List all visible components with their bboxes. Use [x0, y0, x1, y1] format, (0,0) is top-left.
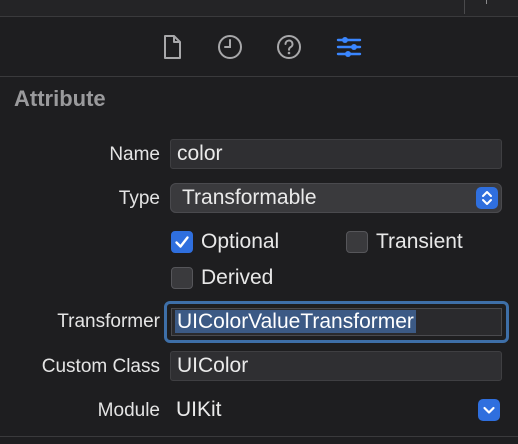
tab-quick-help[interactable] — [274, 32, 304, 62]
derived-label: Derived — [201, 266, 274, 289]
transformer-focus-ring: UIColorValueTransformer — [164, 301, 509, 343]
divider — [0, 76, 518, 77]
question-icon — [277, 35, 301, 59]
clock-icon — [218, 35, 242, 59]
name-label: Name — [109, 144, 160, 165]
optional-label: Optional — [201, 230, 280, 253]
module-value: UIKit — [176, 398, 222, 421]
custom-class-field[interactable]: UIColor — [170, 351, 502, 381]
name-value: color — [177, 142, 223, 165]
divider — [0, 16, 518, 17]
custom-class-label: Custom Class — [41, 356, 160, 377]
transformer-value: UIColorValueTransformer — [175, 310, 416, 333]
type-value: Transformable — [182, 186, 317, 209]
optional-checkbox[interactable]: Optional — [171, 229, 279, 255]
name-field[interactable]: color — [170, 139, 502, 169]
transformer-field[interactable]: UIColorValueTransformer — [171, 308, 502, 336]
checkmark-icon — [171, 231, 193, 253]
attributes-inspector-panel: Attribute Name color Type Transformable … — [0, 0, 518, 444]
divider — [486, 0, 487, 4]
chevron-down-icon — [478, 399, 500, 421]
inspector-tab-bar — [0, 18, 518, 76]
derived-checkbox[interactable]: Derived — [171, 265, 273, 291]
document-icon — [164, 35, 181, 59]
divider — [464, 0, 465, 14]
type-label: Type — [118, 188, 160, 209]
section-title: Attribute — [14, 86, 106, 111]
tab-attributes-inspector[interactable] — [334, 32, 364, 62]
module-label: Module — [97, 400, 160, 421]
type-popup[interactable]: Transformable — [170, 183, 502, 213]
divider — [0, 436, 518, 437]
sliders-icon — [336, 37, 362, 57]
transformer-label: Transformer — [57, 311, 160, 332]
transient-checkbox[interactable]: Transient — [346, 229, 463, 255]
top-strip — [0, 0, 518, 16]
custom-class-value: UIColor — [177, 354, 249, 377]
tab-file-inspector[interactable] — [157, 32, 187, 62]
module-popup[interactable]: UIKit — [170, 395, 502, 425]
tab-history-inspector[interactable] — [215, 32, 245, 62]
checkbox-empty-icon — [171, 267, 193, 289]
chevron-up-down-icon — [476, 187, 498, 209]
transient-label: Transient — [376, 230, 463, 253]
checkbox-empty-icon — [346, 231, 368, 253]
